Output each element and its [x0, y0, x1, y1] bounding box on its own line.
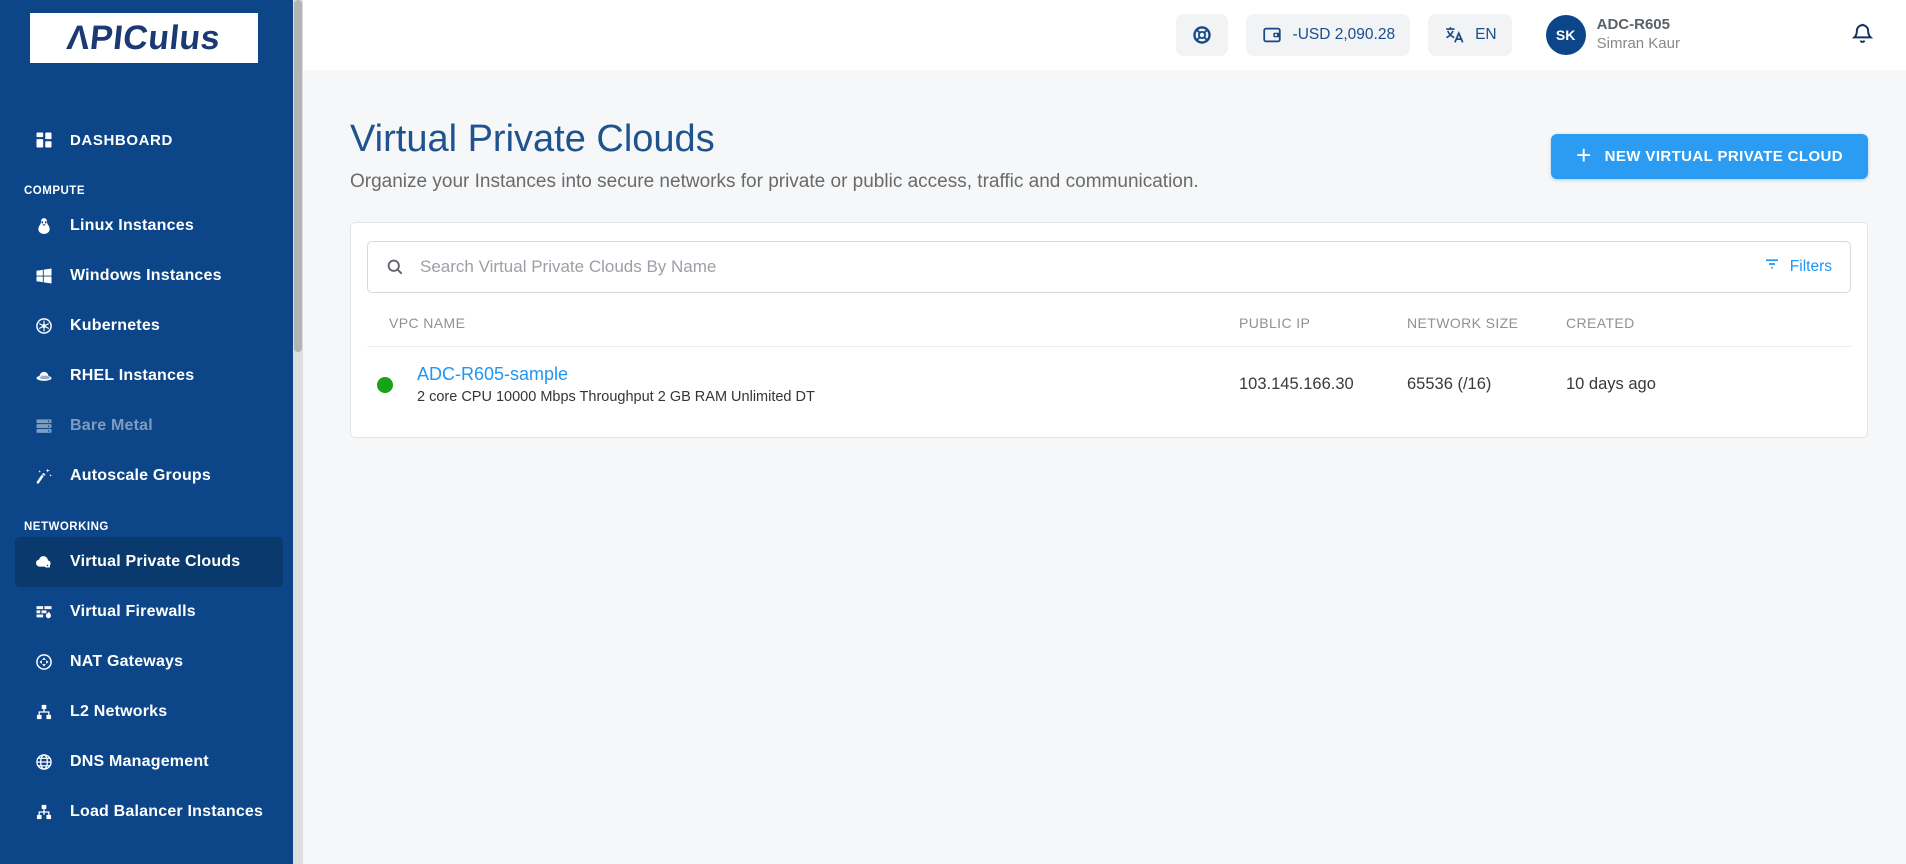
vpc-description: 2 core CPU 10000 Mbps Throughput 2 GB RA… — [417, 389, 815, 406]
sidebar-nav: DASHBOARD COMPUTE Linux Instances Window… — [0, 115, 293, 837]
l2-network-icon — [33, 701, 55, 723]
redhat-icon — [33, 365, 55, 387]
sidebar-item-autoscale-groups[interactable]: Autoscale Groups — [15, 451, 283, 501]
sidebar-item-windows-instances[interactable]: Windows Instances — [15, 251, 283, 301]
help-button[interactable] — [1175, 14, 1228, 56]
sidebar-heading-networking: NETWORKING — [24, 521, 109, 533]
sidebar-item-rhel-instances[interactable]: RHEL Instances — [15, 351, 283, 401]
notifications-button[interactable] — [1848, 19, 1877, 51]
sidebar-item-label: Autoscale Groups — [70, 467, 212, 484]
language-button[interactable]: EN — [1428, 14, 1512, 56]
sidebar-scrollbar-thumb[interactable] — [294, 0, 302, 352]
filters-button[interactable]: Filters — [1763, 255, 1832, 278]
user-info: ADC-R605 Simran Kaur — [1597, 16, 1680, 54]
sidebar-item-label: NAT Gateways — [70, 653, 184, 670]
server-icon — [33, 415, 55, 437]
wallet-balance: -USD 2,090.28 — [1292, 26, 1396, 43]
sidebar-item-nat-gateways[interactable]: NAT Gateways — [15, 637, 283, 687]
created-cell: 10 days ago — [1566, 375, 1656, 394]
filters-label: Filters — [1789, 257, 1832, 275]
brand-logo-text: ΛPICulus — [65, 19, 223, 57]
windows-icon — [33, 265, 55, 287]
page-subtitle: Organize your Instances into secure netw… — [350, 170, 1199, 192]
sidebar-item-label: RHEL Instances — [70, 367, 195, 384]
sidebar-item-label: Virtual Firewalls — [70, 603, 196, 620]
globe-icon — [33, 751, 55, 773]
firewall-icon — [33, 601, 55, 623]
wallet-balance-button[interactable]: -USD 2,090.28 — [1245, 14, 1411, 56]
dashboard-icon — [33, 129, 55, 151]
sidebar-heading-compute: COMPUTE — [24, 185, 85, 197]
translate-icon — [1443, 24, 1465, 46]
sidebar-item-load-balancer-instances[interactable]: Load Balancer Instances — [15, 787, 283, 837]
kubernetes-icon — [33, 315, 55, 337]
page-title: Virtual Private Clouds — [350, 118, 715, 160]
filter-icon — [1763, 255, 1781, 278]
sidebar-item-bare-metal: Bare Metal — [15, 401, 283, 451]
search-icon — [384, 256, 406, 278]
plus-icon: + — [1576, 140, 1592, 170]
public-ip-cell: 103.145.166.30 — [1239, 375, 1354, 394]
sidebar-item-label: Bare Metal — [70, 417, 153, 434]
column-header-network-size: NETWORK SIZE — [1407, 315, 1519, 332]
lifebuoy-icon — [1191, 24, 1213, 46]
sidebar: ΛPICulus DASHBOARD COMPUTE Linux Instanc… — [0, 0, 293, 864]
sidebar-item-virtual-firewalls[interactable]: Virtual Firewalls — [15, 587, 283, 637]
avatar: SK — [1545, 15, 1586, 55]
sidebar-item-label: Kubernetes — [70, 317, 161, 334]
sidebar-item-l2-networks[interactable]: L2 Networks — [15, 687, 283, 737]
top-header: -USD 2,090.28 EN SK ADC-R605 Simran Kaur — [303, 0, 1906, 70]
sidebar-item-label: DNS Management — [70, 753, 209, 770]
table-row: ADC-R605-sample 2 core CPU 10000 Mbps Th… — [367, 347, 1851, 423]
page-title-block: Virtual Private Clouds Organize your Ins… — [350, 118, 1199, 193]
column-header-created: CREATED — [1566, 315, 1635, 332]
account-code: ADC-R605 — [1596, 16, 1670, 34]
main-area: -USD 2,090.28 EN SK ADC-R605 Simran Kaur — [303, 0, 1906, 864]
vpc-list-card: Filters VPC NAME PUBLIC IP NETWORK SIZE … — [350, 221, 1868, 438]
sidebar-item-linux-instances[interactable]: Linux Instances — [15, 201, 283, 251]
sidebar-item-dns-management[interactable]: DNS Management — [15, 737, 283, 787]
search-input[interactable] — [420, 256, 1749, 277]
sidebar-item-label: L2 Networks — [70, 703, 168, 720]
user-menu[interactable]: SK ADC-R605 Simran Kaur — [1545, 15, 1680, 55]
language-label: EN — [1475, 26, 1497, 43]
page-head-row: Virtual Private Clouds Organize your Ins… — [350, 118, 1868, 193]
network-size-cell: 65536 (/16) — [1407, 375, 1492, 394]
app-root: ΛPICulus DASHBOARD COMPUTE Linux Instanc… — [0, 0, 1906, 864]
table-header: VPC NAME PUBLIC IP NETWORK SIZE CREATED — [367, 301, 1851, 347]
linux-icon — [33, 215, 55, 237]
sidebar-item-kubernetes[interactable]: Kubernetes — [15, 301, 283, 351]
vpc-name-block: ADC-R605-sample 2 core CPU 10000 Mbps Th… — [417, 364, 815, 405]
status-dot — [377, 376, 393, 393]
user-name: Simran Kaur — [1596, 35, 1680, 52]
wallet-icon — [1261, 24, 1283, 46]
vpc-name-cell: ADC-R605-sample 2 core CPU 10000 Mbps Th… — [367, 364, 1239, 405]
sidebar-item-label: Linux Instances — [70, 217, 194, 234]
sidebar-item-label: Virtual Private Clouds — [70, 553, 241, 570]
page-content: Virtual Private Clouds Organize your Ins… — [303, 70, 1906, 864]
sidebar-item-label: Windows Instances — [70, 267, 222, 284]
brand-logo[interactable]: ΛPICulus — [30, 13, 258, 63]
column-header-vpc-name: VPC NAME — [389, 315, 466, 332]
sidebar-scrollbar[interactable] — [293, 0, 303, 864]
new-vpc-button[interactable]: + NEW VIRTUAL PRIVATE CLOUD — [1551, 134, 1868, 179]
vpc-name-link[interactable]: ADC-R605-sample — [417, 364, 568, 384]
sidebar-item-virtual-private-clouds[interactable]: Virtual Private Clouds — [15, 537, 283, 587]
nat-gateway-icon — [33, 651, 55, 673]
load-balancer-icon — [33, 801, 55, 823]
bell-icon — [1850, 23, 1875, 49]
column-header-public-ip: PUBLIC IP — [1239, 315, 1311, 332]
sidebar-item-label: Load Balancer Instances — [70, 803, 264, 820]
search-bar: Filters — [367, 240, 1851, 293]
magic-wand-icon — [33, 465, 55, 487]
new-vpc-button-label: NEW VIRTUAL PRIVATE CLOUD — [1604, 148, 1843, 165]
sidebar-item-label: DASHBOARD — [70, 131, 173, 149]
sidebar-item-dashboard[interactable]: DASHBOARD — [15, 115, 283, 165]
cloud-lock-icon — [33, 551, 55, 573]
